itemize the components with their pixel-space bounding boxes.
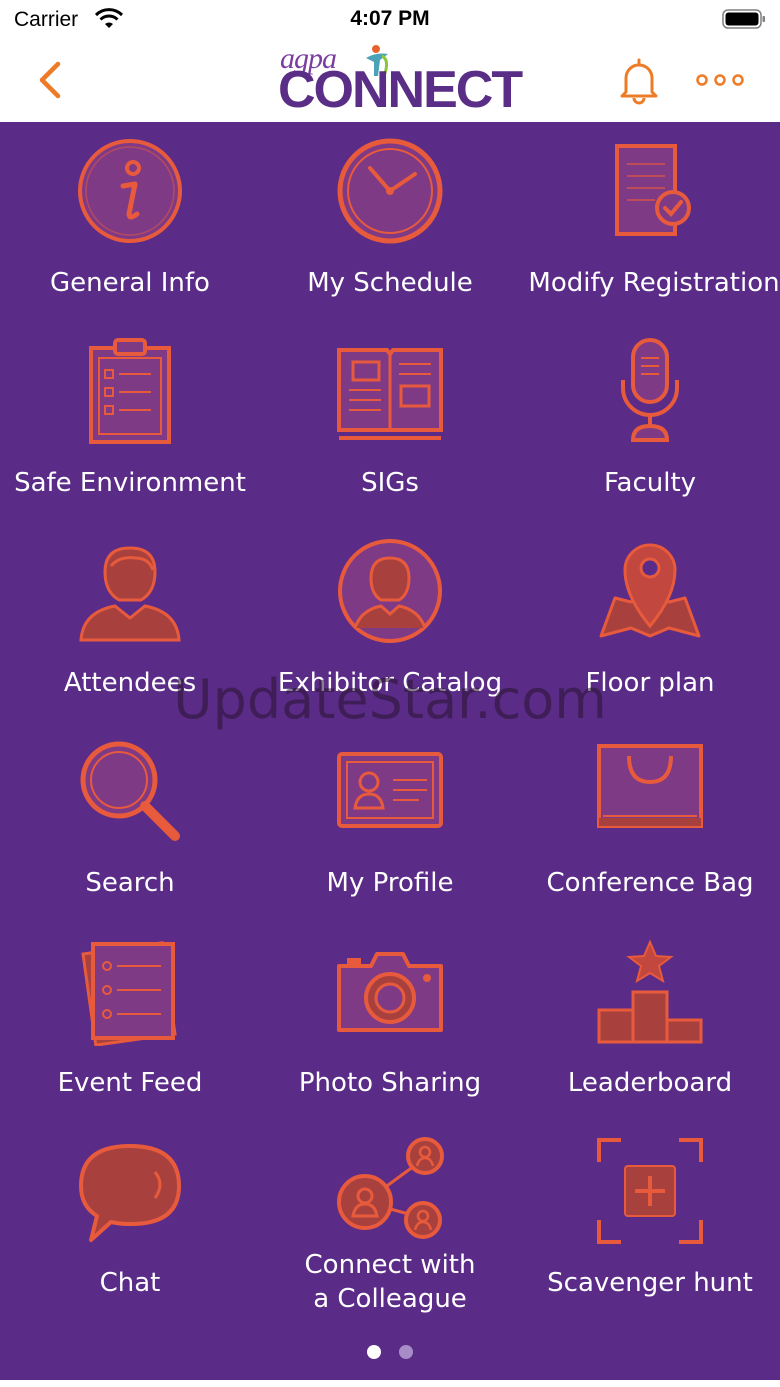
menu-floor-plan[interactable]: Floor plan bbox=[520, 522, 780, 722]
menu-label: Event Feed bbox=[57, 1068, 203, 1098]
menu-chat[interactable]: Chat bbox=[0, 1122, 260, 1322]
menu-connect-with-colleague[interactable]: Connect with a Colleague bbox=[260, 1122, 520, 1322]
logo-connect-text: CONNECT bbox=[278, 61, 523, 119]
clock-icon bbox=[337, 138, 443, 244]
speech-bubble-icon bbox=[79, 1144, 181, 1242]
map-pin-icon bbox=[599, 543, 701, 638]
menu-label: Safe Environment bbox=[14, 468, 246, 498]
menu-scavenger-hunt[interactable]: Scavenger hunt bbox=[520, 1122, 780, 1322]
menu-label: SIGs bbox=[361, 468, 419, 498]
person-icon bbox=[79, 546, 181, 642]
menu-label: Chat bbox=[99, 1268, 161, 1298]
menu-my-schedule[interactable]: My Schedule bbox=[260, 122, 520, 322]
menu-label: Attendees bbox=[63, 668, 197, 698]
info-icon bbox=[78, 139, 182, 243]
menu-label: Photo Sharing bbox=[298, 1068, 482, 1098]
feed-list-icon bbox=[81, 941, 177, 1046]
page-dot-inactive[interactable] bbox=[399, 1345, 413, 1359]
menu-exhibitor-catalog[interactable]: Exhibitor Catalog bbox=[260, 522, 520, 722]
menu-label-line2: a Colleague bbox=[313, 1284, 467, 1314]
bag-icon bbox=[597, 744, 703, 828]
bottom-edge bbox=[0, 1380, 780, 1387]
menu-label: Exhibitor Catalog bbox=[277, 668, 503, 698]
document-check-icon bbox=[615, 144, 691, 236]
person-circle-icon bbox=[338, 539, 442, 643]
menu-label: Conference Bag bbox=[546, 868, 754, 898]
menu-search[interactable]: Search bbox=[0, 722, 260, 922]
menu-faculty[interactable]: Faculty bbox=[520, 322, 780, 522]
menu-label: My Schedule bbox=[307, 268, 473, 298]
menu-my-profile[interactable]: My Profile bbox=[260, 722, 520, 922]
menu-label: Search bbox=[85, 868, 175, 898]
notification-bell-button[interactable] bbox=[616, 56, 662, 106]
agpa-connect-logo: agpa CONNECT bbox=[278, 42, 523, 120]
open-book-icon bbox=[337, 348, 443, 440]
clipboard-checklist-icon bbox=[89, 338, 171, 444]
microphone-icon bbox=[621, 338, 679, 442]
back-button[interactable] bbox=[30, 58, 70, 102]
menu-sigs[interactable]: SIGs bbox=[260, 322, 520, 522]
page-indicator bbox=[0, 1342, 780, 1362]
connect-people-icon bbox=[337, 1137, 444, 1239]
podium-star-icon bbox=[597, 939, 703, 1044]
menu-general-info[interactable]: General Info bbox=[0, 122, 260, 322]
id-card-icon bbox=[337, 752, 443, 828]
menu-conference-bag[interactable]: Conference Bag bbox=[520, 722, 780, 922]
menu-label: Modify Registration bbox=[528, 268, 780, 298]
menu-photo-sharing[interactable]: Photo Sharing bbox=[260, 922, 520, 1122]
menu-modify-registration[interactable]: Modify Registration bbox=[520, 122, 780, 322]
camera-icon bbox=[337, 952, 443, 1032]
magnifier-icon bbox=[80, 741, 180, 841]
clock-time: 4:07 PM bbox=[350, 7, 430, 30]
menu-label: Faculty bbox=[603, 468, 697, 498]
scan-frame-icon bbox=[597, 1138, 703, 1244]
page-dot-active[interactable] bbox=[367, 1345, 381, 1359]
more-options-button[interactable] bbox=[694, 70, 746, 90]
menu-label: My Profile bbox=[326, 868, 454, 898]
nav-bar: agpa CONNECT bbox=[0, 40, 780, 122]
menu-safe-environment[interactable]: Safe Environment bbox=[0, 322, 260, 522]
menu-leaderboard[interactable]: Leaderboard bbox=[520, 922, 780, 1122]
menu-label: Scavenger hunt bbox=[547, 1268, 753, 1298]
menu-label: Leaderboard bbox=[567, 1068, 733, 1098]
menu-label: General Info bbox=[50, 268, 210, 298]
status-bar: Carrier 4:07 PM bbox=[0, 0, 780, 40]
menu-event-feed[interactable]: Event Feed bbox=[0, 922, 260, 1122]
menu-attendees[interactable]: Attendees bbox=[0, 522, 260, 722]
battery-icon bbox=[722, 9, 765, 29]
menu-label: Floor plan bbox=[585, 668, 715, 698]
menu-label-line1: Connect with bbox=[304, 1250, 476, 1280]
